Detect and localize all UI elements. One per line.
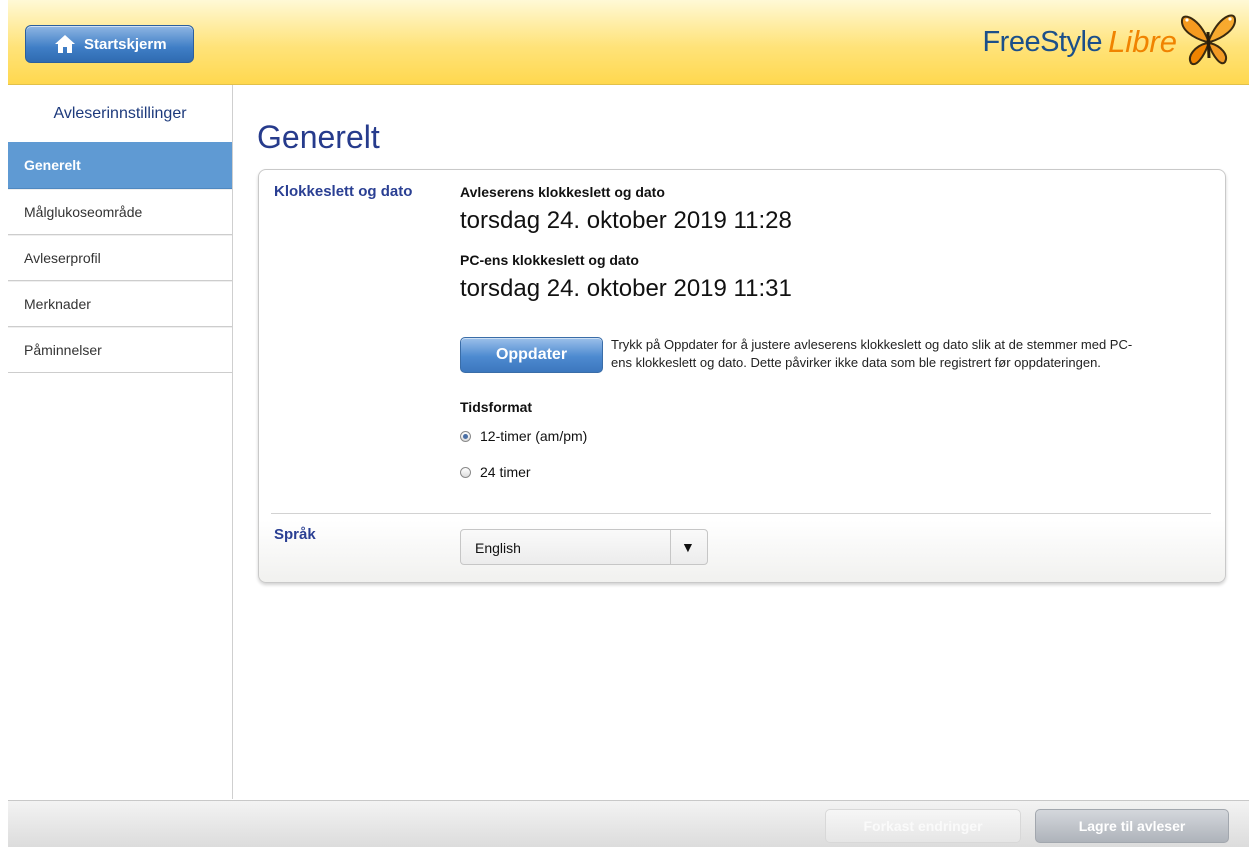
radio-button-selected[interactable] [460,430,471,442]
sidebar-item-label: Påminnelser [24,342,102,358]
settings-sidebar: Avleserinnstillinger Generelt Målglukose… [8,85,233,799]
sidebar-item-malglukoseomrade[interactable]: Målglukoseområde [8,189,232,235]
chevron-down-icon[interactable]: ▼ [681,539,695,555]
select-separator [670,530,671,564]
language-section-label: Språk [274,526,316,543]
footer-bar: Forkast endringer Lagre til avleser [8,800,1249,847]
reader-time-value: torsdag 24. oktober 2019 11:28 [460,207,792,234]
update-hint: Trykk på Oppdater for å justere avlesere… [611,337,1133,370]
save-to-reader-button[interactable]: Lagre til avleser [1035,809,1229,843]
sidebar-item-paminnelser[interactable]: Påminnelser [8,327,232,373]
header-bar: Startskjerm FreeStyle Libre [8,0,1249,85]
butterfly-icon [1177,10,1237,75]
settings-panel: Klokkeslett og dato Avleserens klokkesle… [258,169,1226,583]
language-select-value: English [475,540,521,556]
radio-label: 24 timer [480,464,531,480]
update-button[interactable]: Oppdater [460,337,603,373]
section-divider [271,513,1211,514]
time-format-option-12h[interactable]: 12-timer (am/pm) [460,428,587,444]
sidebar-item-generelt[interactable]: Generelt [8,142,232,189]
pc-time-value: torsdag 24. oktober 2019 11:31 [460,275,792,302]
sidebar-item-label: Generelt [24,157,81,173]
pc-time-label: PC-ens klokkeslett og dato [460,252,639,268]
sidebar-title: Avleserinnstillinger [53,105,187,122]
time-format-option-24h[interactable]: 24 timer [460,464,531,480]
logo-text-freestyle: FreeStyle [982,25,1103,58]
discard-changes-button[interactable]: Forkast endringer [825,809,1021,843]
page-title: Generelt [257,119,380,155]
main-content: Generelt Klokkeslett og dato Avleserens … [233,85,1249,799]
radio-button[interactable] [460,466,471,478]
sidebar-item-label: Målglukoseområde [24,204,143,220]
sidebar-nav: Generelt Målglukoseområde Avleserprofil … [8,142,232,373]
time-format-label: Tidsformat [460,399,533,415]
sidebar-item-merknader[interactable]: Merknader [8,281,232,327]
sidebar-item-label: Avleserprofil [24,250,101,266]
logo-text-libre: Libre [1108,24,1177,59]
reader-time-label: Avleserens klokkeslett og dato [460,184,665,200]
home-icon [54,34,76,54]
radio-label: 12-timer (am/pm) [480,428,588,444]
sidebar-item-label: Merknader [24,296,91,312]
home-button-label: Startskjerm [84,35,167,53]
clock-section-label: Klokkeslett og dato [274,183,413,200]
home-button[interactable]: Startskjerm [25,25,194,63]
sidebar-item-avleserprofil[interactable]: Avleserprofil [8,235,232,281]
language-select[interactable]: English ▼ [460,529,708,565]
app-window: Startskjerm FreeStyle Libre Avleserinnst… [8,0,1249,847]
freestyle-libre-logo: FreeStyle Libre [982,12,1237,72]
